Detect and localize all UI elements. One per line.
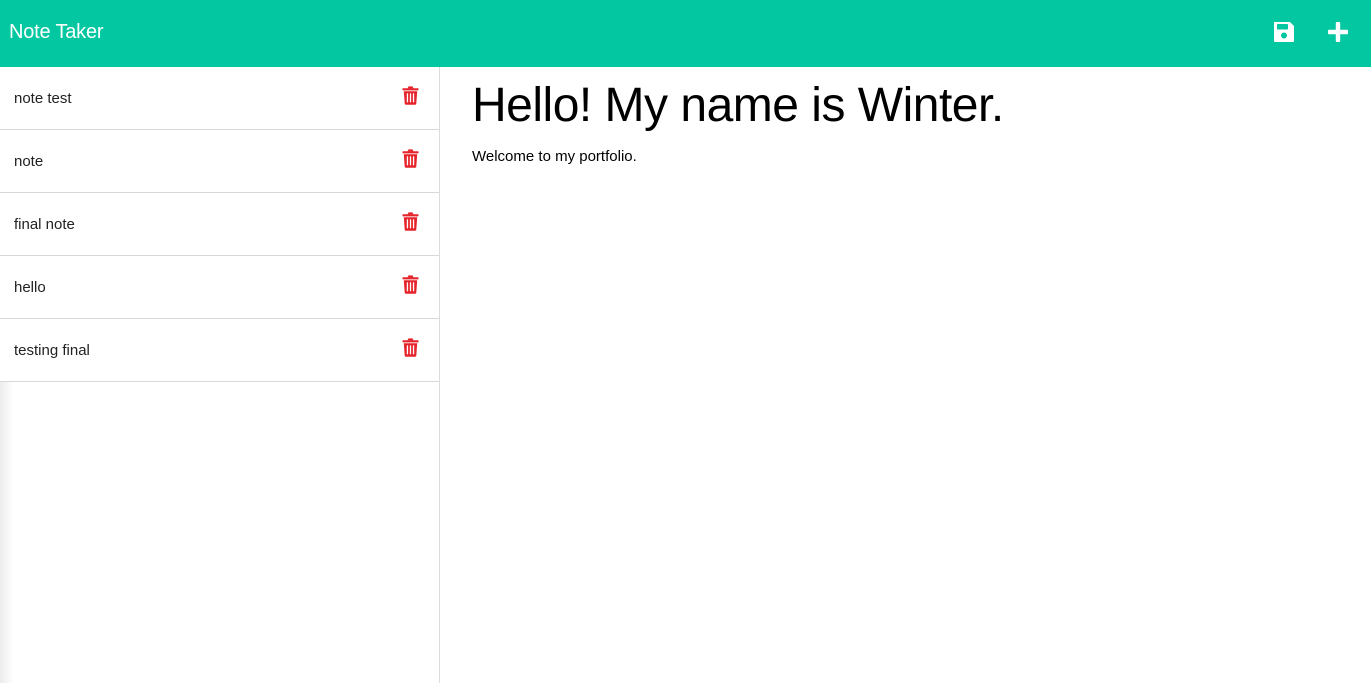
note-title: note	[14, 153, 44, 170]
navbar: Note Taker	[0, 0, 1371, 67]
note-text-field[interactable]: Welcome to my portfolio.	[472, 148, 637, 166]
trash-icon[interactable]	[402, 86, 419, 105]
trash-icon[interactable]	[402, 212, 419, 231]
trash-icon[interactable]	[402, 338, 419, 357]
list-item[interactable]: note test	[0, 67, 439, 130]
notes-sidebar: note test note final note hello testing …	[0, 67, 440, 683]
note-list: note test note final note hello testing …	[0, 67, 439, 382]
note-editor: Hello! My name is Winter. Welcome to my …	[440, 67, 1371, 683]
trash-icon[interactable]	[402, 275, 419, 294]
list-item[interactable]: testing final	[0, 319, 439, 382]
note-title: note test	[14, 90, 72, 107]
note-title: final note	[14, 216, 75, 233]
save-icon[interactable]	[1271, 19, 1297, 45]
plus-icon[interactable]	[1325, 19, 1351, 45]
list-item[interactable]: note	[0, 130, 439, 193]
list-item[interactable]: final note	[0, 193, 439, 256]
note-title: testing final	[14, 342, 90, 359]
list-item[interactable]: hello	[0, 256, 439, 319]
note-title-field[interactable]: Hello! My name is Winter.	[472, 80, 1004, 132]
note-title: hello	[14, 279, 46, 296]
app-title[interactable]: Note Taker	[9, 20, 104, 44]
trash-icon[interactable]	[402, 149, 419, 168]
